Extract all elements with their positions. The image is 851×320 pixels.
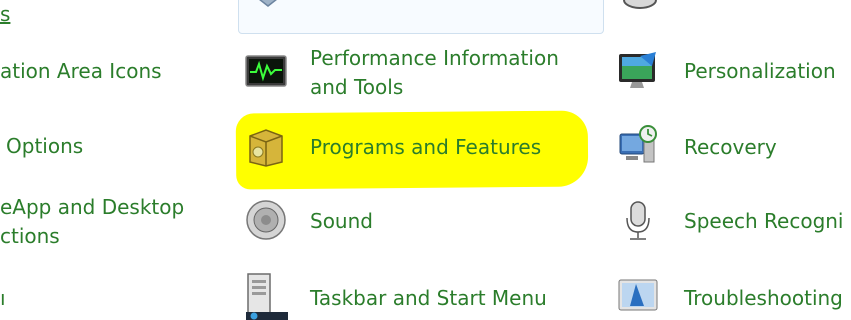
personalization-monitor-icon[interactable]	[616, 50, 660, 94]
performance-information-link[interactable]: Performance Information and Tools	[310, 44, 590, 102]
recovery-computer-icon[interactable]	[616, 124, 660, 168]
programs-and-features-link[interactable]: Programs and Features	[310, 133, 541, 162]
left-item-partial-4[interactable]: ı	[0, 284, 6, 313]
recovery-link[interactable]: Recovery	[684, 133, 777, 162]
left-item-remoteapp-line2: ctions	[0, 224, 60, 248]
hover-highlight-box	[238, 0, 604, 34]
left-item-options[interactable]: Options	[6, 132, 83, 161]
left-item-notification-area-icons[interactable]: ation Area Icons	[0, 57, 162, 86]
performance-monitor-icon[interactable]	[244, 50, 288, 94]
left-item-partial-0[interactable]: s	[0, 0, 10, 29]
personalization-link[interactable]: Personalization	[684, 57, 836, 86]
speaker-icon[interactable]	[244, 198, 288, 242]
speech-recognition-link[interactable]: Speech Recogni	[684, 207, 844, 236]
taskbar-and-start-menu-link[interactable]: Taskbar and Start Menu	[310, 284, 547, 313]
partial-top-right-icon	[623, 0, 657, 9]
microphone-icon[interactable]	[616, 198, 660, 242]
left-item-remoteapp[interactable]: eApp and Desktop ctions	[0, 193, 184, 251]
sound-link[interactable]: Sound	[310, 207, 373, 236]
control-panel-all-items: { "left_column": { "row0": "s", "row1": …	[0, 0, 851, 320]
programs-box-icon[interactable]	[244, 124, 288, 168]
troubleshooting-icon[interactable]	[616, 272, 660, 316]
partial-top-icon	[259, 0, 277, 7]
troubleshooting-link[interactable]: Troubleshooting	[684, 284, 843, 313]
taskbar-icon[interactable]	[244, 272, 288, 320]
left-item-remoteapp-line1: eApp and Desktop	[0, 195, 185, 219]
